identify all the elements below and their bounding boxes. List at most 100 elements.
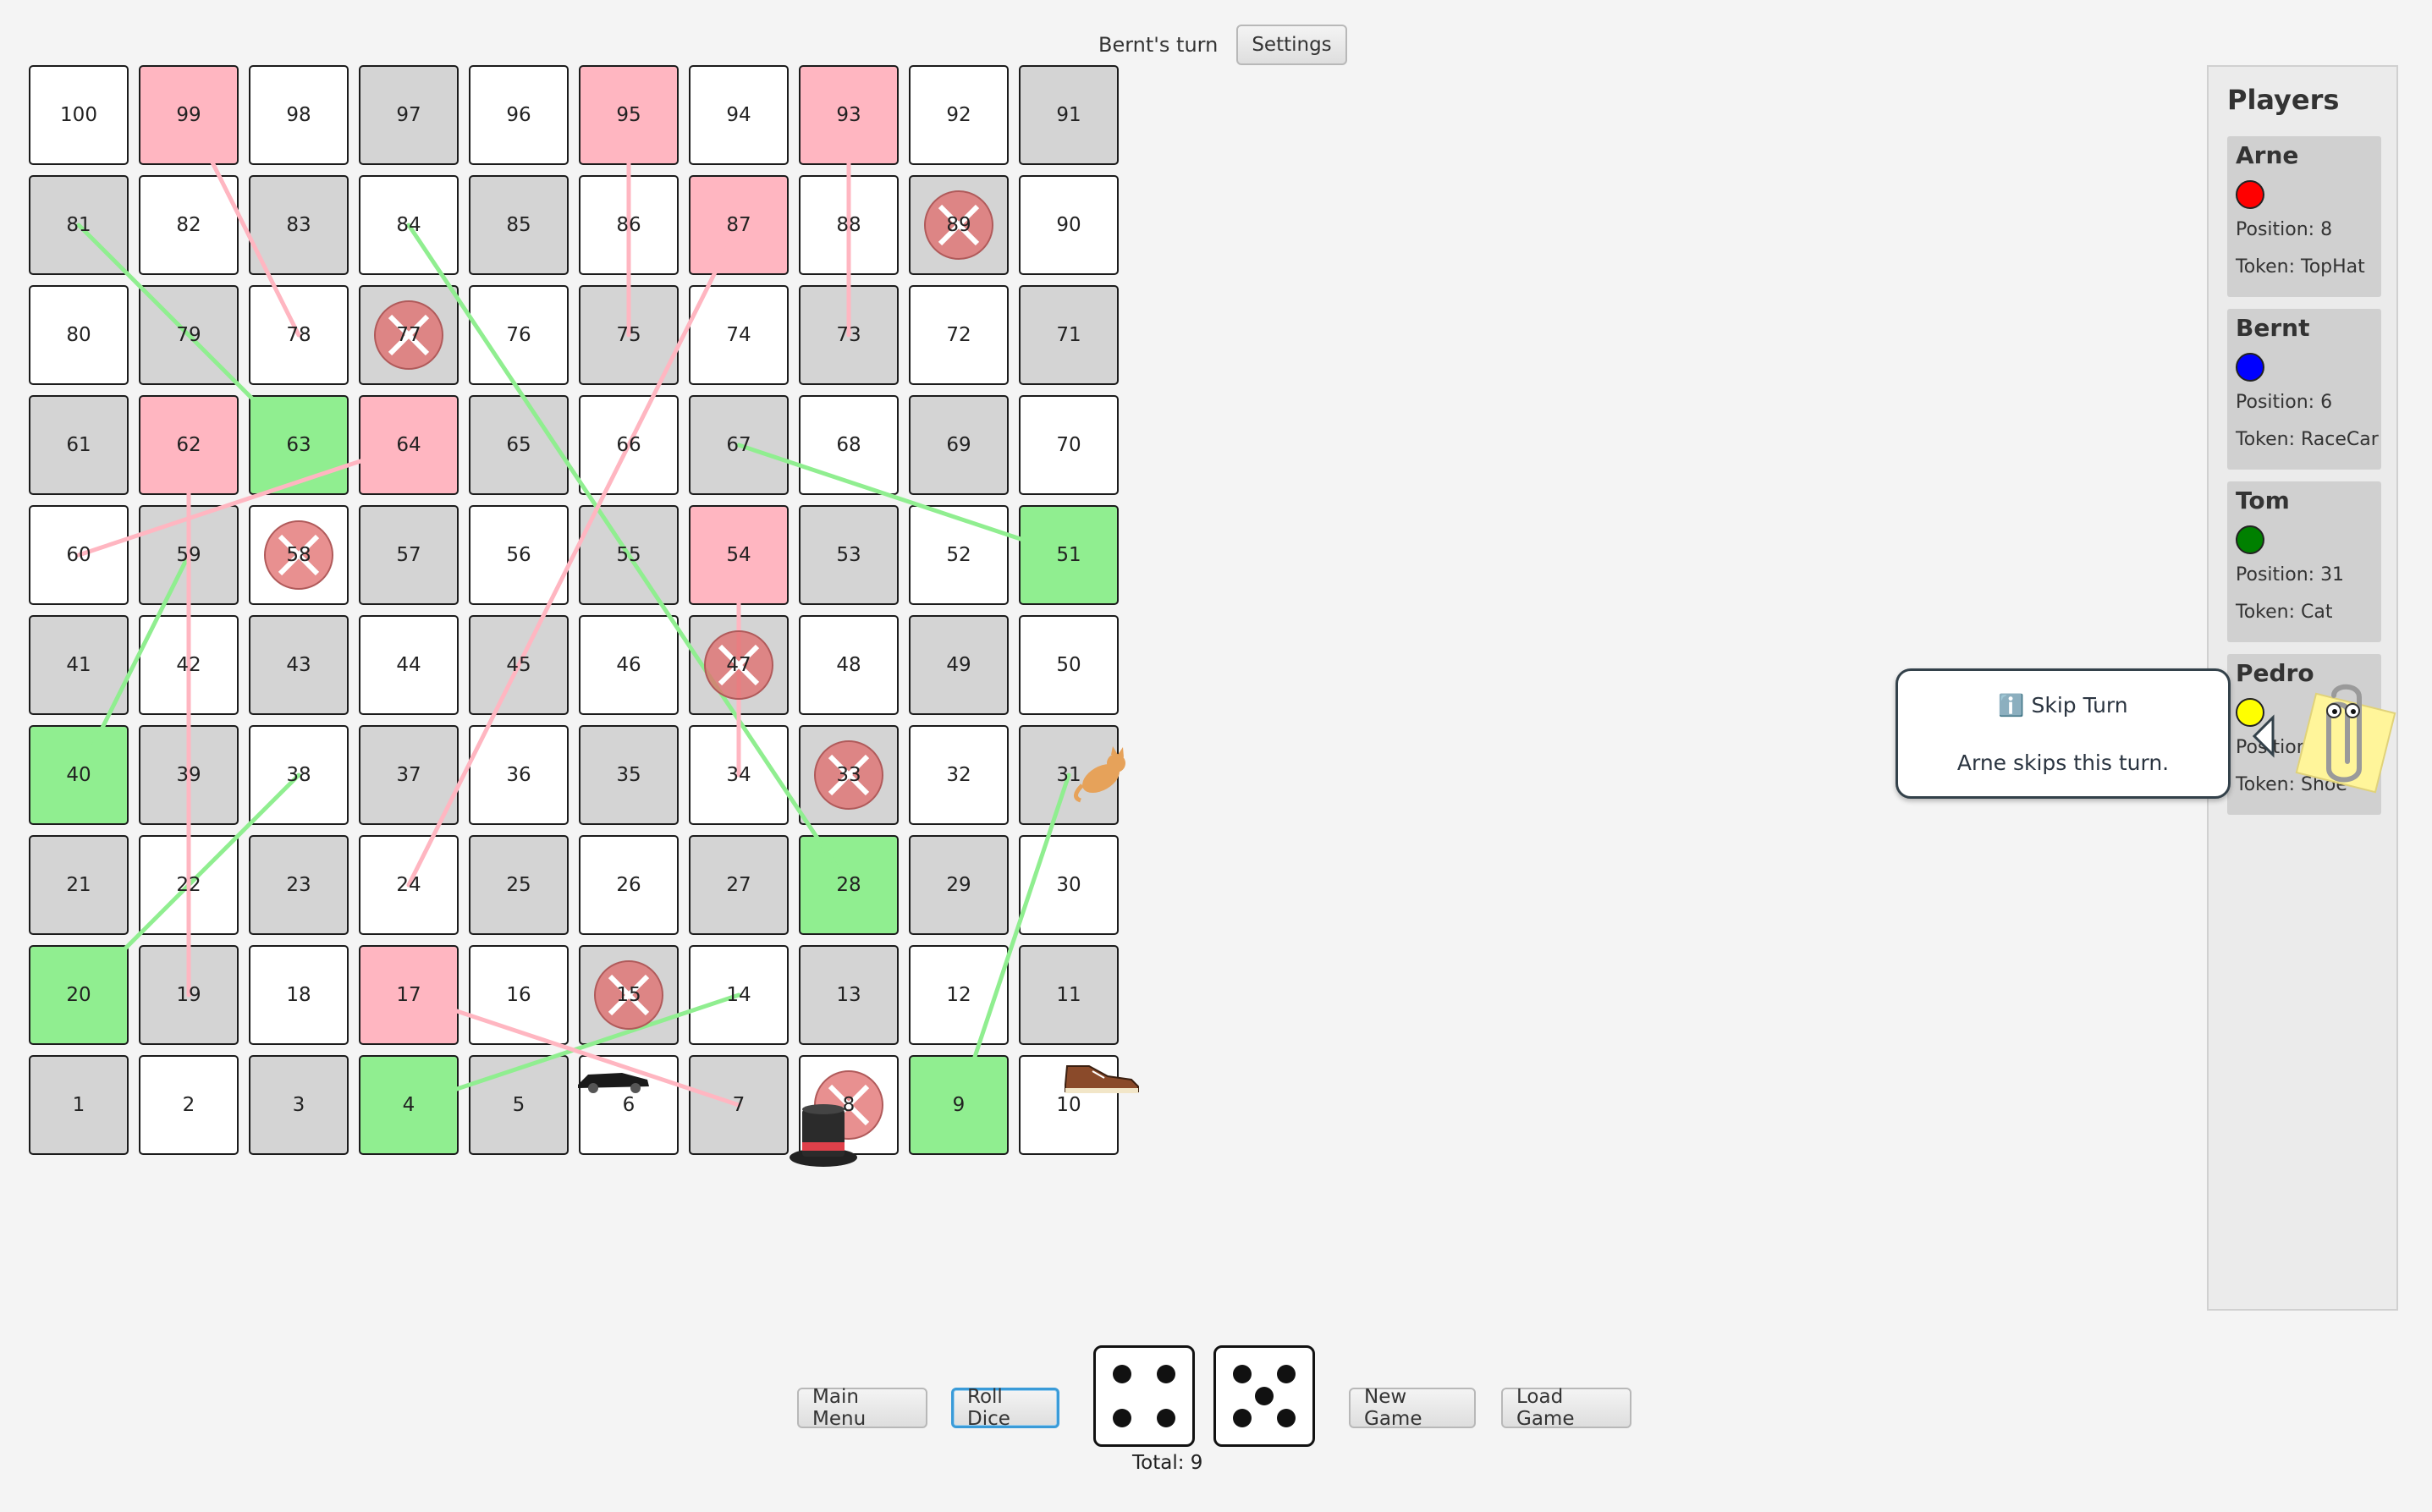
die-pip <box>1157 1364 1176 1383</box>
board-cell-48: 48 <box>799 615 899 715</box>
board-cell-83: 83 <box>249 175 349 275</box>
cell-number: 93 <box>836 104 861 126</box>
cell-number: 25 <box>506 874 531 896</box>
cell-number: 18 <box>286 984 311 1006</box>
board-cell-84: 84 <box>359 175 459 275</box>
skip-turn-notification[interactable]: ℹ️ Skip Turn Arne skips this turn. <box>1896 668 2231 799</box>
cell-number: 98 <box>286 104 311 126</box>
board-cell-25: 25 <box>469 835 569 935</box>
board-cell-9: 9 <box>909 1055 1009 1155</box>
cell-number: 88 <box>836 214 861 236</box>
player-color-dot <box>2236 180 2264 209</box>
die-pip <box>1112 1364 1131 1383</box>
board-cell-61: 61 <box>29 395 129 495</box>
main-menu-button[interactable]: Main Menu <box>797 1386 927 1430</box>
die-left <box>1093 1345 1195 1447</box>
board-cell-97: 97 <box>359 65 459 165</box>
cell-number: 63 <box>286 434 311 456</box>
cell-number: 70 <box>1056 434 1081 456</box>
board-cell-94: 94 <box>689 65 789 165</box>
cell-number: 64 <box>396 434 421 456</box>
board-cell-7: 7 <box>689 1055 789 1155</box>
cell-number: 59 <box>176 544 201 566</box>
cell-number: 27 <box>726 874 751 896</box>
cell-number: 86 <box>616 214 641 236</box>
cell-number: 94 <box>726 104 751 126</box>
cell-number: 14 <box>726 984 751 1006</box>
cell-number: 31 <box>1056 764 1081 786</box>
new-game-button[interactable]: New Game <box>1349 1386 1476 1430</box>
board-cell-70: 70 <box>1019 395 1119 495</box>
load-game-button[interactable]: Load Game <box>1501 1386 1631 1430</box>
cell-number: 60 <box>66 544 91 566</box>
board-cell-28: 28 <box>799 835 899 935</box>
player-card-bernt: Bernt Position: 6 Token: RaceCar <box>2227 309 2381 470</box>
board-cell-56: 56 <box>469 505 569 605</box>
player-color-dot <box>2236 353 2264 382</box>
cell-number: 34 <box>726 764 751 786</box>
cell-number: 20 <box>66 984 91 1006</box>
cell-number: 36 <box>506 764 531 786</box>
board-cell-58: 58 <box>249 505 349 605</box>
paperclip-assistant-icon[interactable] <box>2239 677 2408 795</box>
cell-number: 54 <box>726 544 751 566</box>
board-cell-17: 17 <box>359 945 459 1045</box>
board-cell-55: 55 <box>579 505 679 605</box>
roll-dice-button[interactable]: Roll Dice <box>951 1386 1059 1430</box>
board-cell-4: 4 <box>359 1055 459 1155</box>
cell-number: 83 <box>286 214 311 236</box>
board-cell-67: 67 <box>689 395 789 495</box>
die-pip <box>1232 1364 1252 1383</box>
current-turn-label: Bernt's turn <box>1098 33 1219 57</box>
board-cell-100: 100 <box>29 65 129 165</box>
cell-number: 77 <box>396 324 421 346</box>
top-bar: Bernt's turn Settings <box>1098 24 1347 66</box>
board-cell-21: 21 <box>29 835 129 935</box>
player-color-dot <box>2236 525 2264 554</box>
cell-number: 85 <box>506 214 531 236</box>
cell-number: 7 <box>732 1094 746 1116</box>
die-pip <box>1112 1409 1131 1428</box>
cell-number: 73 <box>836 324 861 346</box>
cell-number: 15 <box>616 984 641 1006</box>
cell-number: 41 <box>66 654 91 676</box>
board-cell-46: 46 <box>579 615 679 715</box>
settings-button[interactable]: Settings <box>1236 25 1347 65</box>
board-cell-77: 77 <box>359 285 459 385</box>
cell-number: 33 <box>836 764 861 786</box>
board-cell-23: 23 <box>249 835 349 935</box>
board-cell-64: 64 <box>359 395 459 495</box>
board-cell-37: 37 <box>359 725 459 825</box>
cell-number: 40 <box>66 764 91 786</box>
cell-number: 65 <box>506 434 531 456</box>
cell-number: 66 <box>616 434 641 456</box>
board-cell-32: 32 <box>909 725 1009 825</box>
board-cell-87: 87 <box>689 175 789 275</box>
die-pip <box>1255 1387 1274 1405</box>
cell-number: 81 <box>66 214 91 236</box>
board-cell-71: 71 <box>1019 285 1119 385</box>
board-cell-74: 74 <box>689 285 789 385</box>
cell-number: 61 <box>66 434 91 456</box>
board-cell-53: 53 <box>799 505 899 605</box>
cell-number: 68 <box>836 434 861 456</box>
cell-number: 67 <box>726 434 751 456</box>
player-position: Position: 31 <box>2236 564 2345 586</box>
cell-number: 97 <box>396 104 421 126</box>
board-cell-24: 24 <box>359 835 459 935</box>
cell-number: 49 <box>946 654 971 676</box>
cell-number: 32 <box>946 764 971 786</box>
cell-number: 100 <box>60 104 97 126</box>
cell-number: 51 <box>1056 544 1081 566</box>
cell-number: 22 <box>176 874 201 896</box>
cell-number: 19 <box>176 984 201 1006</box>
player-card-arne: Arne Position: 8 Token: TopHat <box>2227 136 2381 297</box>
cell-number: 71 <box>1056 324 1081 346</box>
board-cell-1: 1 <box>29 1055 129 1155</box>
cell-number: 17 <box>396 984 421 1006</box>
cell-number: 3 <box>292 1094 305 1116</box>
player-name: Arne <box>2236 141 2299 169</box>
board-cell-13: 13 <box>799 945 899 1045</box>
board-cell-26: 26 <box>579 835 679 935</box>
cell-number: 96 <box>506 104 531 126</box>
